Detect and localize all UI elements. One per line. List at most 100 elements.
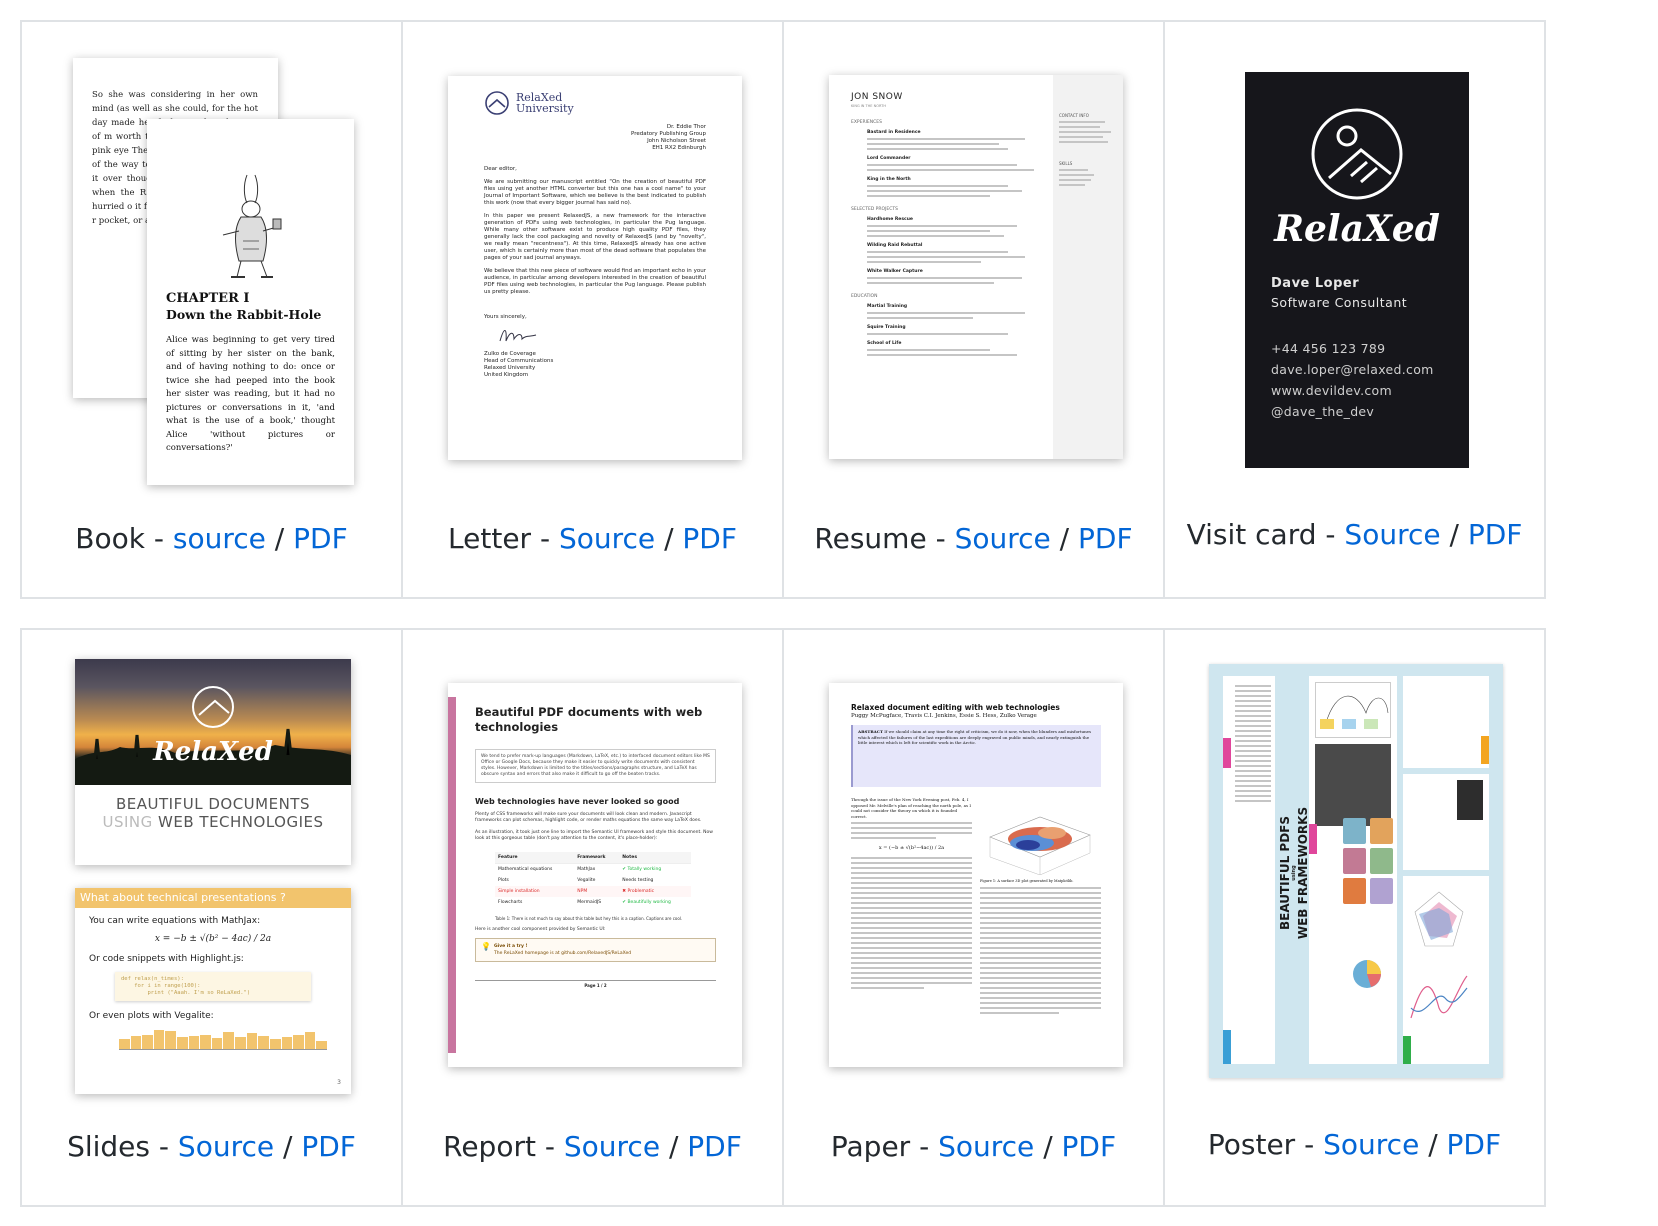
slide-plot-bar	[304, 1032, 316, 1049]
pdf-link[interactable]: PDF	[1447, 1128, 1502, 1161]
slide-plot-bar	[281, 1037, 293, 1049]
paper-equation: x = (−b ± √(b²−4ac)) / 2a	[878, 845, 945, 851]
poster-diagram-figure	[1320, 695, 1389, 729]
gallery-cell-book: So she was considering in her own mind (…	[20, 20, 403, 599]
paper-body-text: Through the issue of the New York Evenin…	[851, 797, 971, 819]
slide-line-1: You can write equations with MathJax:	[89, 916, 261, 926]
resume-sidebar: CONTACT INFO SKILLS	[1053, 75, 1123, 459]
caption-title: Resume	[814, 522, 927, 555]
slide-plot-bar	[258, 1035, 269, 1049]
caption-visit-card: Visit card - Source / PDF	[1186, 518, 1523, 551]
slide-brand: RelaXed	[153, 737, 273, 767]
source-link[interactable]: source	[173, 522, 266, 555]
caption-slides: Slides - Source / PDF	[67, 1130, 356, 1163]
poster-column-3	[1403, 676, 1489, 1064]
slide-line-2: Or code snippets with Highlight.js:	[89, 954, 244, 964]
gallery-cell-report: Beautiful PDF documents with web technol…	[401, 628, 784, 1207]
source-link[interactable]: Source	[559, 522, 655, 555]
card-web: www.devildev.com	[1271, 383, 1392, 398]
pdf-link[interactable]: PDF	[682, 522, 737, 555]
lightbulb-icon: 💡	[481, 942, 491, 951]
pdf-link[interactable]: PDF	[293, 522, 348, 555]
card-email: dave.loper@relaxed.com	[1271, 362, 1434, 377]
card-brand: RelaXed	[1274, 208, 1440, 250]
letter-paragraph-3: We believe that this new piece of softwa…	[484, 268, 706, 295]
slide-plot-bar	[246, 1033, 258, 1049]
card-contacts: +44 456 123 789 dave.loper@relaxed.com w…	[1271, 338, 1443, 422]
slide-plot-bar	[293, 1034, 304, 1049]
report-page: Beautiful PDF documents with web technol…	[448, 683, 742, 1067]
slide-plot-bar	[211, 1038, 223, 1049]
slide-title: RelaXed BEAUTIFUL DOCUMENTS USING WEB TE…	[75, 659, 351, 865]
poster-column-2	[1309, 676, 1397, 1064]
pdf-link[interactable]: PDF	[687, 1130, 742, 1163]
relaxed-logo-icon	[1311, 108, 1403, 200]
letter-paragraph-2: In this paper we present RelaxedJS, a ne…	[484, 213, 706, 261]
caption-letter: Letter - Source / PDF	[448, 522, 737, 555]
resume-subtitle: KING IN THE NORTH	[851, 104, 886, 108]
poster-column-1	[1223, 676, 1275, 1064]
report-table: Feature Framework Notes Mathematical equ…	[495, 852, 691, 908]
slide-caption-1: BEAUTIFUL DOCUMENTS	[116, 795, 310, 813]
slide-line-3: Or even plots with Vegalite:	[89, 1011, 214, 1021]
poster-pie-chart	[1353, 960, 1381, 988]
poster-code-block	[1315, 744, 1391, 826]
paper-authors: Puggy McPugface, Travis C.I. Jenkins, Es…	[851, 713, 1037, 719]
slide-2-title: What about technical presentations ?	[75, 888, 351, 908]
visit-card: RelaXed Dave Loper Software Consultant +…	[1245, 72, 1469, 468]
source-link[interactable]: Source	[955, 522, 1051, 555]
resume-section-projects: SELECTED PROJECTS	[851, 207, 898, 212]
gallery-cell-visit-card: RelaXed Dave Loper Software Consultant +…	[1163, 20, 1546, 599]
book-paragraph: Alice was beginning to get very tired of…	[166, 335, 335, 453]
resume-section-education: EDUCATION	[851, 294, 878, 299]
caption-paper: Paper - Source / PDF	[830, 1130, 1117, 1163]
pdf-link[interactable]: PDF	[1078, 522, 1133, 555]
report-table-caption: Table 1: There is not much to say about …	[495, 916, 683, 921]
report-tip-box: 💡 Give it a try ! The ReLaXed homepage i…	[475, 938, 716, 962]
resume-section-experiences: EXPERIENCES	[851, 120, 882, 125]
poster-avatars	[1343, 818, 1393, 904]
source-link[interactable]: Source	[1344, 518, 1440, 551]
pdf-link[interactable]: PDF	[1468, 518, 1523, 551]
source-link[interactable]: Source	[564, 1130, 660, 1163]
slide-plot-bar	[153, 1029, 165, 1049]
paper-abstract: ABSTRACT If we should claim at any time …	[851, 725, 1101, 787]
letter-paragraph-1: We are submitting our manuscript entitle…	[484, 179, 706, 206]
slide-plot-bar	[316, 1040, 327, 1049]
card-handle: @dave_the_dev	[1271, 404, 1375, 419]
paper-page: Relaxed document editing with web techno…	[829, 683, 1123, 1067]
letter-salutation: Dear editor,	[484, 166, 517, 172]
caption-resume: Resume - Source / PDF	[814, 522, 1133, 555]
report-page-footer: Page 1 / 2	[475, 980, 716, 988]
slide-code-snippet: def relax(n_times): for i in range(100):…	[115, 972, 311, 1001]
caption-title: Report	[443, 1130, 536, 1163]
book-front-page: CHAPTER I Down the Rabbit-Hole Alice was…	[147, 119, 354, 485]
pdf-link[interactable]: PDF	[301, 1130, 356, 1163]
letter-logo-line2: University	[516, 102, 574, 115]
slide-plot-bar	[235, 1037, 246, 1049]
relaxed-logo-icon	[485, 91, 509, 115]
book-chapter-title: Down the Rabbit-Hole	[166, 307, 322, 322]
letter-signature: Zulko de Coverage Head of Communications…	[484, 351, 554, 378]
paper-column-right: Figure 1: A surface 3D plot generated by…	[980, 797, 1101, 1017]
source-link[interactable]: Source	[178, 1130, 274, 1163]
rabbit-illustration-icon	[222, 174, 281, 278]
slide-plot-bar	[130, 1035, 142, 1049]
slide-plot-bar	[142, 1034, 153, 1049]
signature-icon	[499, 330, 537, 342]
slide-caption-2: USING WEB TECHNOLOGIES	[102, 813, 324, 831]
paper-title: Relaxed document editing with web techno…	[851, 703, 1060, 712]
slide-plot-bar	[119, 1039, 130, 1049]
gallery-cell-resume: JON SNOW KING IN THE NORTH EXPERIENCES B…	[782, 20, 1165, 599]
card-role: Software Consultant	[1271, 295, 1408, 310]
pdf-link[interactable]: PDF	[1062, 1130, 1117, 1163]
book-chapter: CHAPTER I	[166, 291, 250, 306]
resume-skills-title: SKILLS	[1059, 161, 1073, 166]
source-link[interactable]: Source	[938, 1130, 1034, 1163]
card-phone: +44 456 123 789	[1271, 341, 1386, 356]
slide-plot-bar	[269, 1039, 281, 1049]
letter-logo: RelaXed University	[484, 90, 706, 116]
source-link[interactable]: Source	[1323, 1128, 1419, 1161]
slide-sunset-image: RelaXed	[75, 659, 351, 785]
report-intro-box: We tend to prefer mark-up languages (Mar…	[475, 749, 716, 783]
